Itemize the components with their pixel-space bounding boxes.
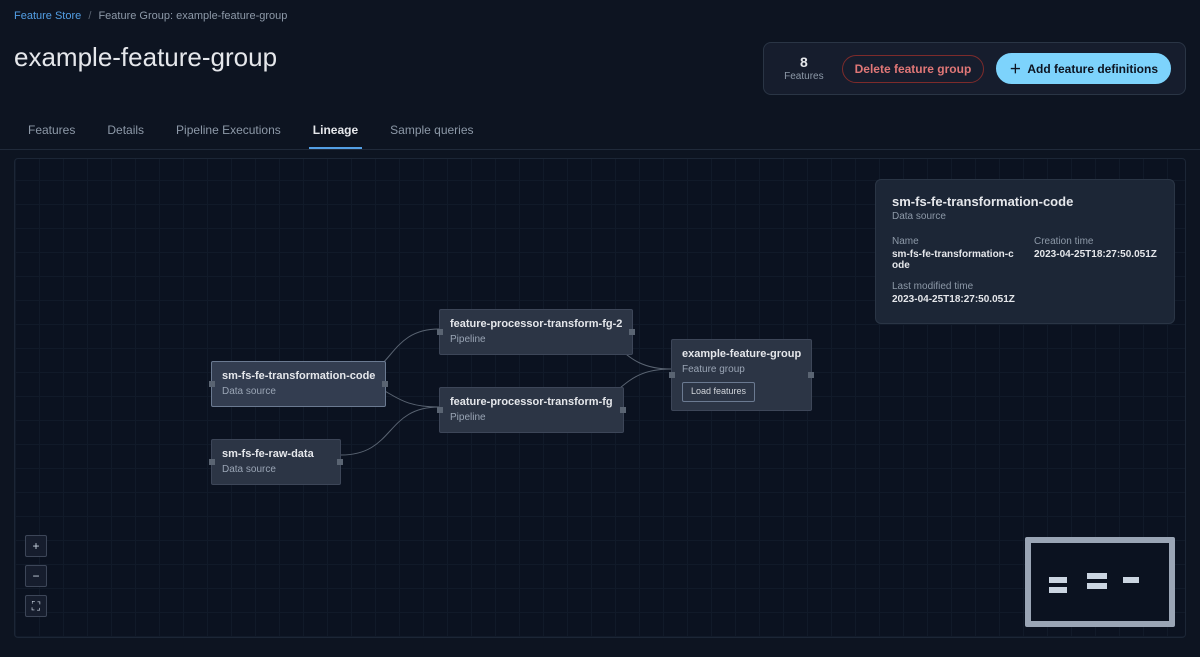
- lineage-canvas[interactable]: sm-fs-fe-transformation-code Data source…: [14, 158, 1186, 638]
- tab-pipeline-executions[interactable]: Pipeline Executions: [172, 123, 285, 149]
- zoom-out-button[interactable]: −: [25, 565, 47, 587]
- node-type: Pipeline: [450, 412, 613, 425]
- node-title: example-feature-group: [682, 348, 801, 362]
- tab-features[interactable]: Features: [24, 123, 79, 149]
- add-feature-definitions-label: Add feature definitions: [1027, 62, 1158, 76]
- canvas-controls: + − ⛶: [25, 535, 47, 617]
- detail-name-label: Name: [892, 236, 1016, 247]
- breadcrumb-current: Feature Group: example-feature-group: [98, 10, 287, 22]
- node-title: sm-fs-fe-transformation-code: [222, 370, 375, 384]
- node-title: sm-fs-fe-raw-data: [222, 448, 330, 462]
- node-raw-data[interactable]: sm-fs-fe-raw-data Data source: [211, 439, 341, 485]
- feature-count-label: Features: [784, 71, 823, 83]
- feature-count: 8 Features: [778, 54, 829, 83]
- detail-subtitle: Data source: [892, 211, 1158, 222]
- detail-modified-label: Last modified time: [892, 281, 1016, 292]
- feature-count-number: 8: [784, 54, 823, 71]
- zoom-in-button[interactable]: +: [25, 535, 47, 557]
- fit-button[interactable]: ⛶: [25, 595, 47, 617]
- detail-title: sm-fs-fe-transformation-code: [892, 194, 1158, 209]
- detail-modified-value: 2023-04-25T18:27:50.051Z: [892, 294, 1016, 305]
- detail-name-value: sm-fs-fe-transformation-code: [892, 249, 1016, 271]
- header-actions: 8 Features Delete feature group ＋ Add fe…: [763, 42, 1186, 95]
- detail-panel: sm-fs-fe-transformation-code Data source…: [875, 179, 1175, 324]
- plus-icon: ＋: [1009, 60, 1021, 77]
- load-features-button[interactable]: Load features: [682, 382, 755, 401]
- tabs: Features Details Pipeline Executions Lin…: [0, 95, 1200, 150]
- add-feature-definitions-button[interactable]: ＋ Add feature definitions: [996, 53, 1171, 84]
- node-type: Data source: [222, 464, 330, 477]
- node-title: feature-processor-transform-fg: [450, 396, 613, 410]
- node-target-feature-group[interactable]: example-feature-group Feature group Load…: [671, 339, 812, 411]
- breadcrumb: Feature Store / Feature Group: example-f…: [0, 0, 1200, 22]
- detail-creation-value: 2023-04-25T18:27:50.051Z: [1034, 249, 1158, 260]
- minimap[interactable]: [1025, 537, 1175, 627]
- node-transformation-code[interactable]: sm-fs-fe-transformation-code Data source: [211, 361, 386, 407]
- breadcrumb-root[interactable]: Feature Store: [14, 10, 81, 22]
- minimap-inner: [1031, 543, 1169, 621]
- tab-lineage[interactable]: Lineage: [309, 123, 362, 149]
- node-type: Pipeline: [450, 334, 622, 347]
- delete-feature-group-button[interactable]: Delete feature group: [842, 55, 985, 83]
- header: example-feature-group 8 Features Delete …: [0, 22, 1200, 95]
- breadcrumb-sep: /: [88, 10, 91, 22]
- delete-feature-group-label: Delete feature group: [855, 62, 972, 76]
- node-type: Data source: [222, 386, 375, 399]
- detail-creation-label: Creation time: [1034, 236, 1158, 247]
- node-type: Feature group: [682, 364, 801, 377]
- node-pipeline-fg2[interactable]: feature-processor-transform-fg-2 Pipelin…: [439, 309, 633, 355]
- tab-sample-queries[interactable]: Sample queries: [386, 123, 477, 149]
- node-title: feature-processor-transform-fg-2: [450, 318, 622, 332]
- page-title: example-feature-group: [14, 42, 277, 73]
- tab-details[interactable]: Details: [103, 123, 148, 149]
- node-pipeline-fg[interactable]: feature-processor-transform-fg Pipeline: [439, 387, 624, 433]
